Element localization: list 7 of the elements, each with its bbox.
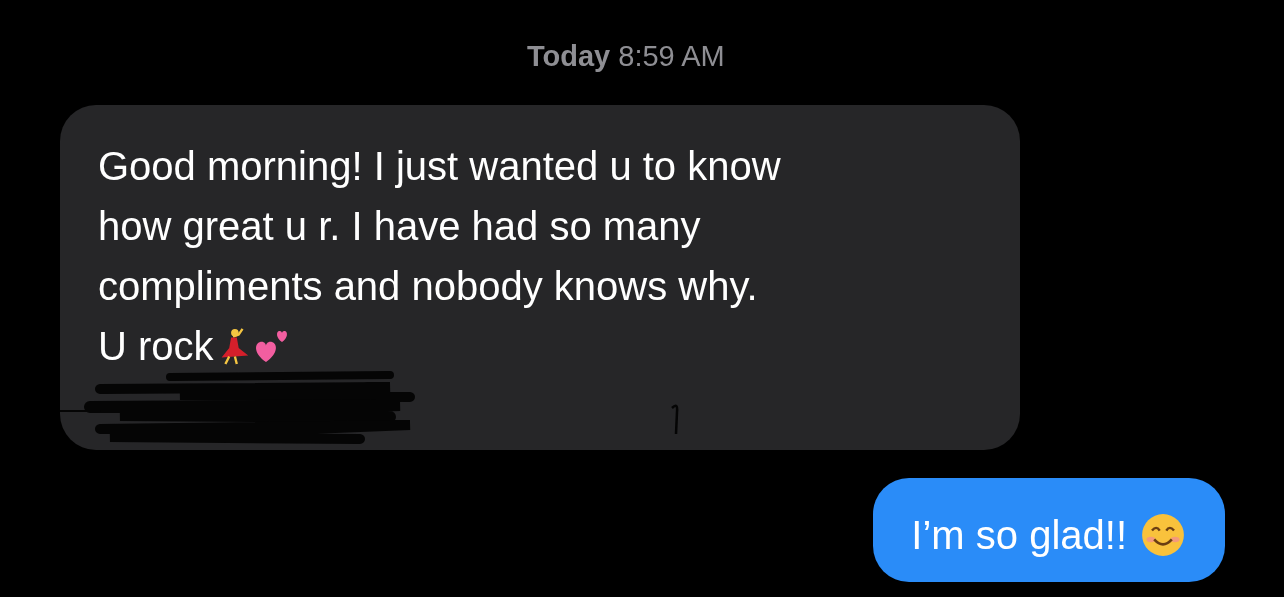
message-text: how great u r. I have had so many	[98, 203, 701, 249]
message-text: Good morning! I just wanted u to know	[98, 143, 781, 189]
timestamp: Today 8:59 AM	[527, 40, 725, 73]
smiley-icon	[1141, 513, 1185, 557]
message-text: compliments and nobody knows why.	[98, 263, 758, 309]
message-text: U rock	[98, 323, 214, 369]
message-text: I’m so glad!!	[911, 512, 1127, 558]
